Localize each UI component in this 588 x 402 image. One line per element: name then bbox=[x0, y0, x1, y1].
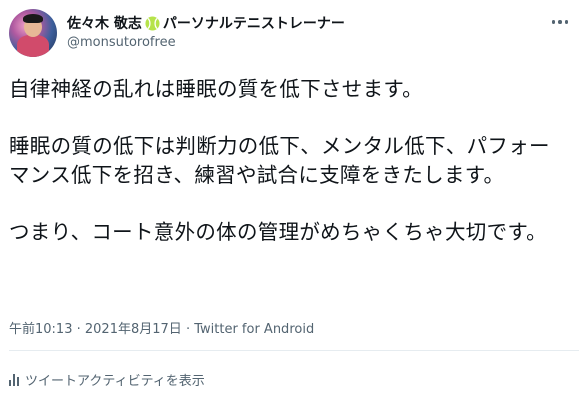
meta-separator: · bbox=[185, 322, 191, 337]
tweet-text: 自律神経の乱れは睡眠の質を低下させます。 睡眠の質の低下は判断力の低下、メンタル… bbox=[9, 75, 569, 247]
tweet-metadata: 午前10:13 · 2021年8月17日 · Twitter for Andro… bbox=[9, 318, 314, 337]
tweet-paragraph: 睡眠の質の低下は判断力の低下、メンタル低下、パフォーマンス低下を招き、練習や試合… bbox=[9, 134, 550, 187]
display-name: 佐々木 敬志 bbox=[67, 16, 142, 32]
tweet-card: 佐々木 敬志 パーソナルテニストレーナー @monsutorofree 自律神経… bbox=[0, 0, 588, 402]
more-horizontal-icon bbox=[551, 20, 556, 24]
display-name-row[interactable]: 佐々木 敬志 パーソナルテニストレーナー bbox=[67, 13, 345, 33]
meta-separator: · bbox=[76, 322, 81, 337]
divider bbox=[9, 350, 579, 351]
user-handle[interactable]: @monsutorofree bbox=[67, 35, 176, 50]
avatar[interactable] bbox=[9, 9, 57, 57]
more-options-button[interactable] bbox=[546, 14, 574, 30]
tweet-date: 2021年8月17日 bbox=[84, 322, 182, 337]
more-horizontal-icon-dot bbox=[558, 20, 562, 24]
tweet-time-link[interactable]: 午前10:13 · 2021年8月17日 bbox=[9, 322, 182, 337]
more-horizontal-icon-dot bbox=[564, 20, 569, 24]
tweet-activity-button[interactable]: ツイートアクティビティを表示 bbox=[9, 370, 205, 389]
tweet-activity-label: ツイートアクティビティを表示 bbox=[25, 374, 205, 389]
tweet-paragraph: 自律神経の乱れは睡眠の質を低下させます。 bbox=[9, 77, 423, 101]
display-name-suffix: パーソナルテニストレーナー bbox=[162, 16, 345, 32]
tweet-source-link[interactable]: Twitter for Android bbox=[194, 322, 314, 337]
tweet-paragraph: つまり、コート意外の体の管理がめちゃくちゃ大切です。 bbox=[9, 220, 547, 244]
tweet-time: 午前10:13 bbox=[9, 322, 73, 337]
tennis-ball-icon bbox=[145, 15, 160, 31]
bar-chart-icon bbox=[9, 373, 19, 386]
avatar-figure-hair bbox=[23, 14, 43, 23]
avatar-figure-body bbox=[17, 35, 49, 57]
